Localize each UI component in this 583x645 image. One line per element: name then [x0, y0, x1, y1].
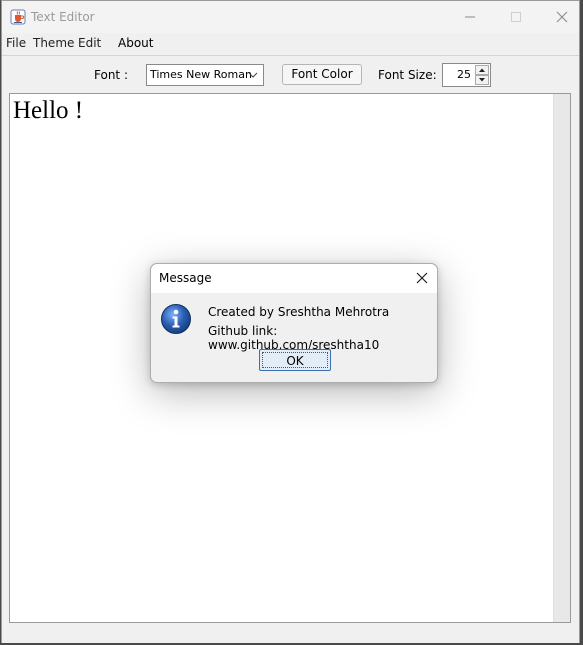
arrow-down-icon — [479, 78, 485, 82]
spin-down-button[interactable] — [475, 75, 489, 85]
font-size-label: Font Size: — [378, 68, 437, 82]
editor-content: Hello ! — [13, 97, 84, 124]
message-dialog: Message Created by Sreshtha Mehrotra Git… — [150, 263, 438, 383]
window-title: Text Editor — [31, 10, 95, 24]
font-color-button[interactable]: Font Color — [282, 64, 362, 85]
arrow-up-icon — [479, 68, 485, 72]
minimize-button[interactable] — [447, 1, 493, 33]
close-button[interactable] — [539, 1, 583, 33]
dialog-title-bar[interactable]: Message — [151, 264, 437, 293]
info-icon — [161, 304, 191, 334]
vertical-scrollbar[interactable] — [553, 94, 570, 622]
ok-button[interactable]: OK — [259, 349, 331, 371]
dialog-message-line2: Github link: www.github.com/sreshtha10 — [208, 324, 380, 352]
text-editor-window: Text Editor File Theme Edit About Font : — [1, 0, 580, 643]
close-icon[interactable] — [414, 270, 430, 286]
font-label: Font : — [94, 68, 128, 82]
menu-bar: File Theme Edit About — [2, 33, 579, 56]
toolbar: Font : Times New Roman Font Color Font S… — [2, 56, 579, 92]
font-select[interactable]: Times New Roman — [146, 64, 264, 86]
bottom-bar — [2, 625, 579, 643]
dialog-title: Message — [159, 271, 212, 285]
ok-button-label: OK — [262, 352, 328, 368]
spin-up-button[interactable] — [475, 65, 489, 75]
close-icon — [556, 11, 568, 22]
font-size-value: 25 — [457, 68, 471, 81]
font-size-spinner[interactable]: 25 — [442, 63, 491, 87]
maximize-button[interactable] — [493, 1, 539, 33]
menu-theme[interactable]: Theme — [33, 36, 74, 50]
font-select-value: Times New Roman — [150, 68, 252, 81]
maximize-icon — [511, 11, 521, 22]
menu-edit[interactable]: Edit — [78, 36, 101, 50]
chevron-down-icon — [248, 72, 258, 78]
menu-about[interactable]: About — [118, 36, 153, 50]
spinner-buttons — [475, 65, 489, 85]
minimize-icon — [465, 16, 475, 17]
dialog-message-line1: Created by Sreshtha Mehrotra — [208, 305, 390, 319]
java-cup-icon — [10, 9, 26, 25]
title-bar[interactable]: Text Editor — [2, 1, 579, 33]
menu-file[interactable]: File — [6, 36, 26, 50]
